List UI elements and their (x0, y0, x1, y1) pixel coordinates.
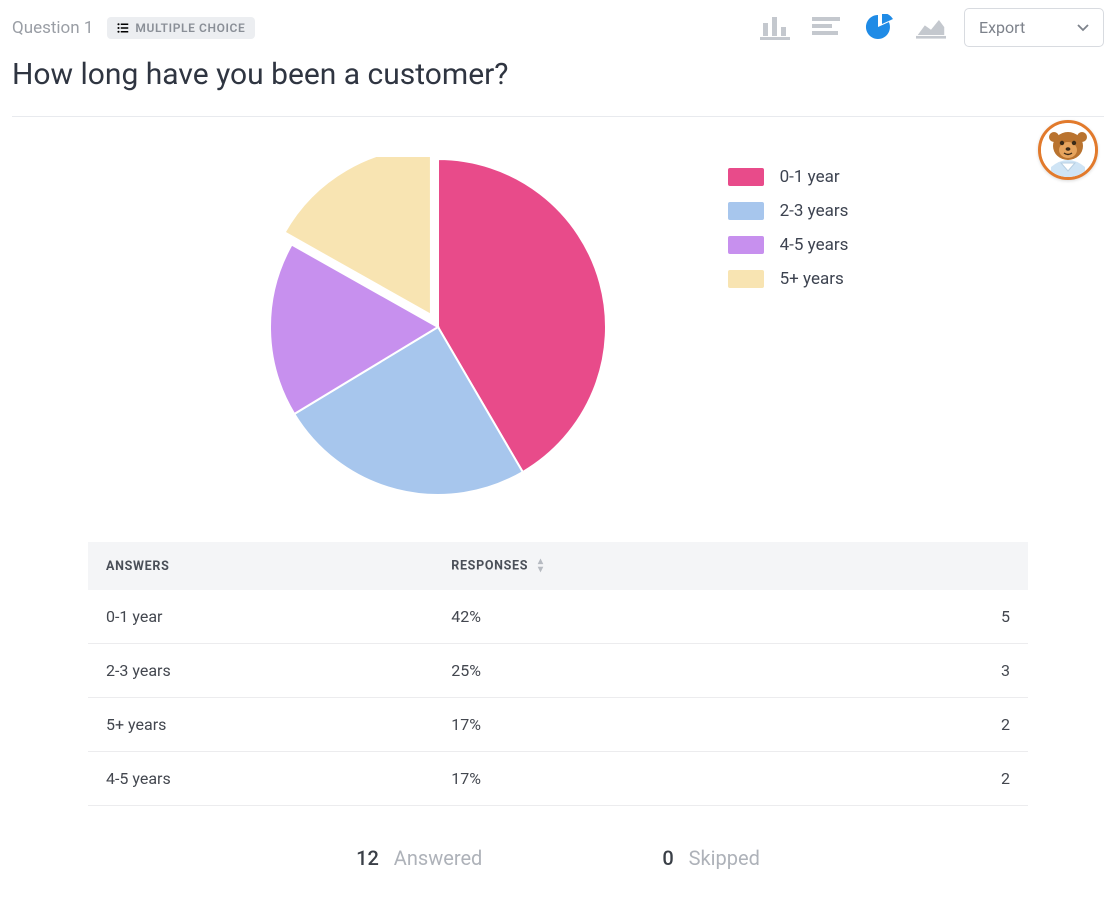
question-title: How long have you been a customer? (12, 57, 1104, 92)
legend-label: 0-1 year (780, 167, 840, 187)
legend-label: 4-5 years (780, 235, 849, 255)
legend-item[interactable]: 0-1 year (728, 167, 849, 187)
cell-count: 3 (874, 644, 1028, 698)
cell-pct: 42% (433, 590, 874, 644)
pie-chart-icon[interactable] (864, 15, 894, 41)
legend-swatch (728, 270, 764, 288)
col-answers[interactable]: ANSWERS (88, 542, 433, 590)
legend-swatch (728, 168, 764, 186)
legend-item[interactable]: 5+ years (728, 269, 849, 289)
table-row: 2-3 years25%3 (88, 644, 1028, 698)
table-row: 5+ years17%2 (88, 698, 1028, 752)
cell-answer: 2-3 years (88, 644, 433, 698)
cell-answer: 5+ years (88, 698, 433, 752)
col-responses[interactable]: RESPONSES ▴▾ (433, 542, 874, 590)
legend-label: 2-3 years (780, 201, 849, 221)
horizontal-bar-icon[interactable] (812, 15, 842, 41)
chart-legend: 0-1 year 2-3 years 4-5 years 5+ years (728, 167, 849, 289)
bear-mascot-icon (1041, 123, 1095, 177)
cell-pct: 17% (433, 698, 874, 752)
table-row: 4-5 years17%2 (88, 752, 1028, 806)
cell-pct: 17% (433, 752, 874, 806)
legend-swatch (728, 236, 764, 254)
question-header: Question 1 MULTIPLE CHOICE Export (12, 8, 1104, 47)
header-left: Question 1 MULTIPLE CHOICE (12, 17, 255, 39)
cell-count: 2 (874, 698, 1028, 752)
area-chart-icon[interactable] (916, 15, 946, 41)
cell-count: 5 (874, 590, 1028, 644)
results-table: ANSWERS RESPONSES ▴▾ 0-1 year42%52-3 yea… (88, 542, 1028, 806)
help-mascot-button[interactable] (1038, 120, 1098, 180)
question-type-badge: MULTIPLE CHOICE (107, 17, 255, 39)
list-icon (117, 22, 129, 34)
cell-answer: 4-5 years (88, 752, 433, 806)
legend-item[interactable]: 4-5 years (728, 235, 849, 255)
skipped-total: 0 Skipped (662, 846, 760, 870)
sort-icon: ▴▾ (538, 558, 544, 574)
col-count (874, 542, 1028, 590)
answered-total: 12 Answered (356, 846, 482, 870)
totals-row: 12 Answered 0 Skipped (12, 846, 1104, 870)
export-label: Export (979, 18, 1025, 37)
question-number: Question 1 (12, 18, 93, 38)
bar-chart-icon[interactable] (760, 15, 790, 41)
chart-area: 0-1 year 2-3 years 4-5 years 5+ years (12, 157, 1104, 497)
chevron-down-icon (1077, 24, 1089, 32)
legend-swatch (728, 202, 764, 220)
table-row: 0-1 year42%5 (88, 590, 1028, 644)
divider (12, 116, 1104, 117)
cell-count: 2 (874, 752, 1028, 806)
export-button[interactable]: Export (964, 8, 1104, 47)
pie-chart (268, 157, 608, 497)
header-right: Export (760, 8, 1104, 47)
legend-item[interactable]: 2-3 years (728, 201, 849, 221)
cell-pct: 25% (433, 644, 874, 698)
cell-answer: 0-1 year (88, 590, 433, 644)
legend-label: 5+ years (780, 269, 844, 289)
chart-type-toggle (760, 15, 946, 41)
badge-text: MULTIPLE CHOICE (135, 21, 245, 35)
